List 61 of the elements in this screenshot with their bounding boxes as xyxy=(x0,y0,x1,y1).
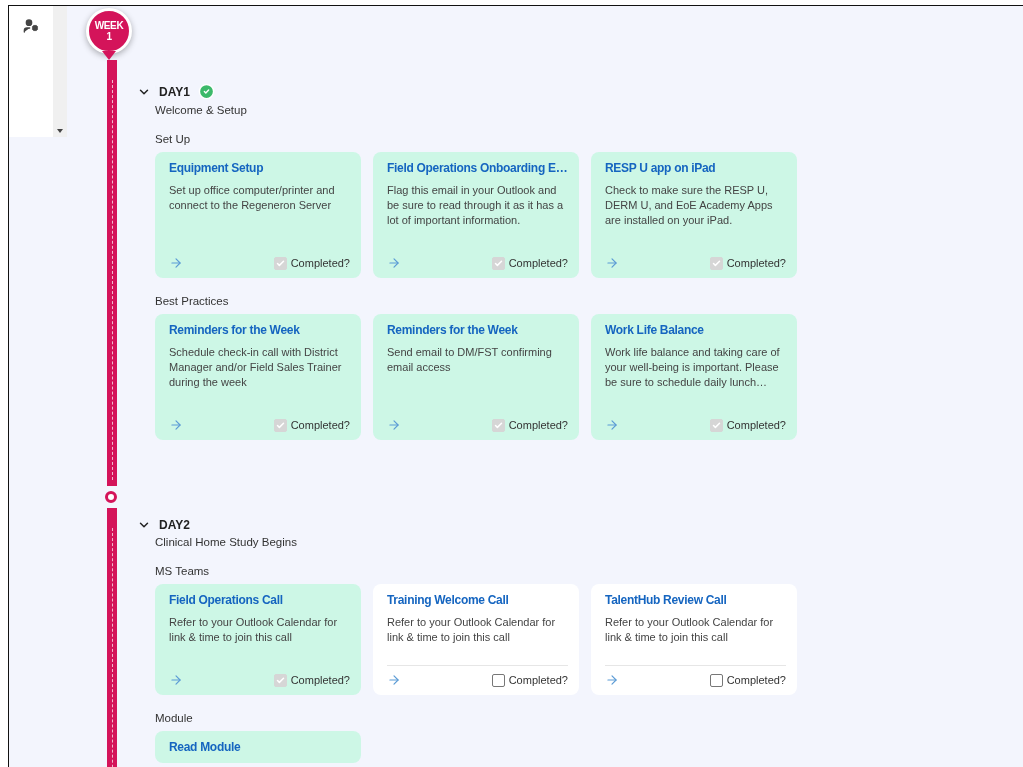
task-card[interactable]: Equipment Setup Set up office computer/printer and connect to the Regeneron Server Completed? xyxy=(155,152,361,278)
task-card[interactable]: TalentHub Review Call Refer to your Outlook Calendar for link & time to join this call Completed? xyxy=(591,584,797,695)
day-title: DAY1 xyxy=(159,84,190,99)
completed-label: Completed? xyxy=(290,257,350,269)
group-label: Set Up xyxy=(155,133,192,145)
day-title: DAY2 xyxy=(159,518,190,532)
task-card[interactable]: Reminders for the Week Send email to DM/FST confirming email access Completed? xyxy=(373,314,579,440)
completed-checkbox[interactable] xyxy=(491,673,505,687)
task-title: Work Life Balance xyxy=(605,322,705,338)
group-label: MS Teams xyxy=(155,565,211,577)
completed-label: Completed? xyxy=(508,674,568,686)
task-title: Reminders for the Week xyxy=(169,322,301,338)
task-card[interactable]: Reminders for the Week Schedule check-in call with District Manager and/or Field Sales Trainer during the week Completed? xyxy=(155,314,361,440)
arrow-right-icon[interactable] xyxy=(605,418,619,432)
task-description: Set up office computer/printer and connect to the Regeneron Server xyxy=(169,183,336,213)
task-title: Field Operations Call xyxy=(169,592,284,608)
completed-label: Completed? xyxy=(726,257,786,269)
day-subtitle: Welcome & Setup xyxy=(155,104,248,116)
task-card[interactable]: Work Life Balance Work life balance and taking care of your well-being is important. Please be sure to schedule daily lunch… Completed? xyxy=(591,314,797,440)
completed-checkbox[interactable] xyxy=(709,673,723,687)
arrow-right-icon[interactable] xyxy=(605,256,619,270)
caret-icon[interactable] xyxy=(57,129,63,133)
task-card[interactable]: Field Operations Call Refer to your Outlook Calendar for link & time to join this call Completed? xyxy=(155,584,361,695)
completed-label: Completed? xyxy=(726,419,786,431)
arrow-right-icon[interactable] xyxy=(387,418,401,432)
task-title: Field Operations Onboarding E… xyxy=(387,160,568,176)
task-description: Refer to your Outlook Calendar for link & time to join this call xyxy=(169,615,339,645)
task-title: Read Module xyxy=(169,739,242,755)
arrow-right-icon[interactable] xyxy=(169,256,183,270)
task-description: Flag this email in your Outlook and be sure to read through it as it has a lot of important information. xyxy=(387,183,565,228)
completed-label: Completed? xyxy=(508,257,568,269)
task-description: Work life balance and taking care of your well-being is important. Please be sure to schedule daily lunch… xyxy=(605,345,781,390)
task-card[interactable]: Field Operations Onboarding E… Flag this email in your Outlook and be sure to read through it as it has a lot of important information. Completed? xyxy=(373,152,579,278)
task-description: Check to make sure the RESP U, DERM U, and EoE Academy Apps are installed on your iPad. xyxy=(605,183,774,228)
task-description: Refer to your Outlook Calendar for link & time to join this call xyxy=(387,615,557,645)
task-description: Refer to your Outlook Calendar for link & time to join this call xyxy=(605,615,775,645)
user-settings-icon[interactable] xyxy=(23,18,39,34)
task-title: RESP U app on iPad xyxy=(605,160,717,176)
task-title: Reminders for the Week xyxy=(387,322,519,338)
group-label: Module xyxy=(155,712,194,724)
task-description: Send email to DM/FST confirming email access xyxy=(387,345,553,375)
task-description: Schedule check-in call with District Manager and/or Field Sales Trainer during the week xyxy=(169,345,343,390)
arrow-right-icon[interactable] xyxy=(387,256,401,270)
task-title: TalentHub Review Call xyxy=(605,592,728,608)
task-title: Training Welcome Call xyxy=(387,592,510,608)
task-card[interactable]: Training Welcome Call Refer to your Outlook Calendar for link & time to join this call Completed? xyxy=(373,584,579,695)
timeline-node xyxy=(105,491,117,503)
completed-label: Completed? xyxy=(726,674,786,686)
completed-label: Completed? xyxy=(508,419,568,431)
scrollbar[interactable] xyxy=(53,6,67,137)
day-subtitle: Clinical Home Study Begins xyxy=(155,536,298,548)
completed-label: Completed? xyxy=(290,419,350,431)
week-number: 1 xyxy=(106,31,112,42)
arrow-right-icon[interactable] xyxy=(169,418,183,432)
task-card[interactable]: Read Module xyxy=(155,731,361,763)
task-title: Equipment Setup xyxy=(169,160,265,176)
completed-label: Completed? xyxy=(290,674,350,686)
task-card[interactable]: RESP U app on iPad Check to make sure the RESP U, DERM U, and EoE Academy Apps are installed on your iPad. Completed? xyxy=(591,152,797,278)
arrow-right-icon[interactable] xyxy=(605,673,619,687)
group-label: Best Practices xyxy=(155,295,230,307)
week-label: WEEK xyxy=(94,20,124,31)
